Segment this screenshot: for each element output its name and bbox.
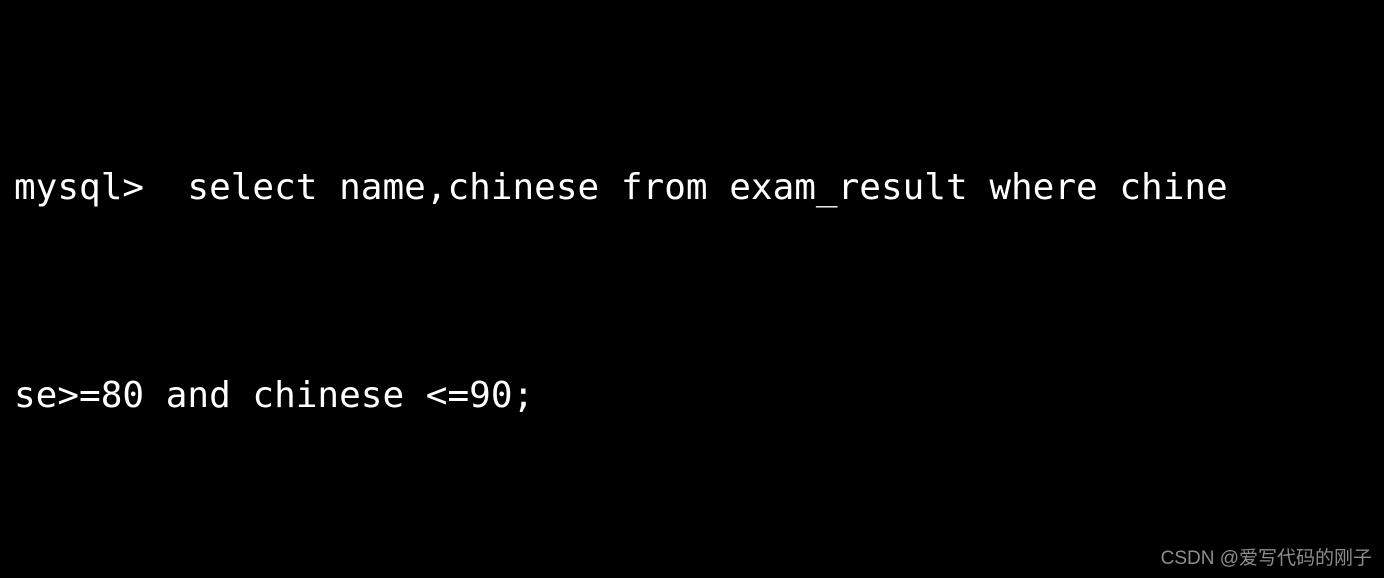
csdn-watermark: CSDN @爱写代码的刚子 (1160, 548, 1372, 569)
terminal-window: mysql> select name,chinese from exam_res… (0, 0, 1384, 578)
terminal-screen[interactable]: mysql> select name,chinese from exam_res… (14, 6, 1384, 578)
command-line-1: mysql> select name,chinese from exam_res… (14, 167, 1228, 208)
command-line-2: se>=80 and chinese <=90; (14, 375, 535, 416)
